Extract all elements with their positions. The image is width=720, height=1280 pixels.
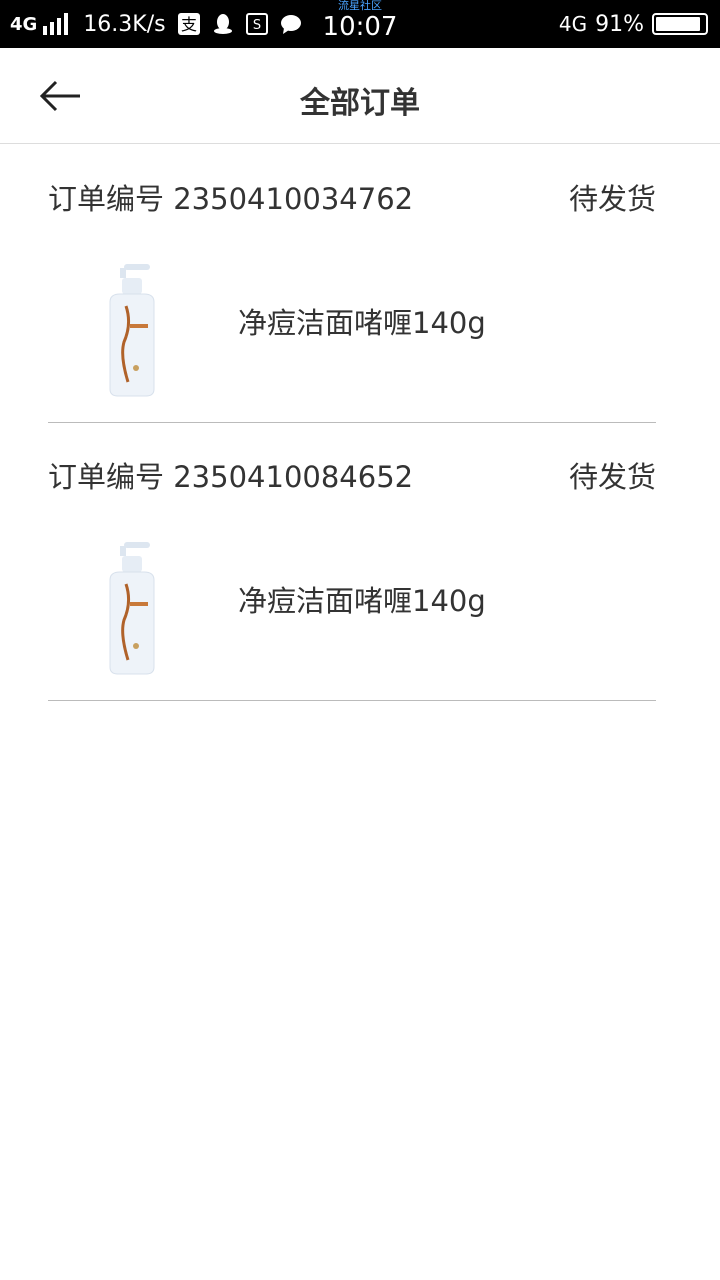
battery-icon xyxy=(652,13,708,35)
svg-text:S: S xyxy=(252,18,260,33)
battery-percent: 91% xyxy=(595,11,644,37)
chat-icon xyxy=(280,15,301,34)
cleanser-bottle-image xyxy=(109,542,155,675)
qq-icon xyxy=(213,14,232,34)
page-title: 全部订单 xyxy=(300,86,420,121)
battery-level xyxy=(656,17,700,31)
order-number-value: 2350410084652 xyxy=(173,460,414,494)
product-name: 净痘洁面啫喱140g xyxy=(238,584,486,618)
status-bar-center: 流星社区 10:07 xyxy=(310,0,410,48)
alipay-icon: 支 xyxy=(177,13,200,35)
product-name: 净痘洁面啫喱140g xyxy=(238,306,486,340)
s-app-icon: S xyxy=(245,13,268,35)
order-card[interactable]: 订单编号 2350410034762 待发货 净痘洁面啫喱140g xyxy=(48,144,656,423)
status-bar-left: 4G 16.3K/s 支 S xyxy=(10,0,302,48)
order-number-label: 订单编号 xyxy=(48,182,165,216)
order-card[interactable]: 订单编号 2350410084652 待发货 净痘洁面啫喱140g xyxy=(48,422,656,701)
status-bar-right: 4G 91% xyxy=(559,0,708,48)
order-status: 待发货 xyxy=(568,182,656,216)
cleanser-bottle-image xyxy=(109,264,155,397)
app-header: 全部订单 xyxy=(0,48,720,144)
clock: 10:07 xyxy=(322,12,398,42)
svg-text:支: 支 xyxy=(181,15,197,34)
network-type-left: 4G xyxy=(10,13,38,35)
order-number: 订单编号 2350410084652 xyxy=(48,454,413,496)
network-type-right: 4G xyxy=(558,12,588,36)
order-number-label: 订单编号 xyxy=(48,460,165,494)
status-bar: 4G 16.3K/s 支 S 流星社区 10:07 4G 91% xyxy=(0,0,720,48)
order-status: 待发货 xyxy=(568,460,656,494)
network-speed: 16.3K/s xyxy=(83,11,166,37)
signal-icon xyxy=(43,13,69,35)
order-number-value: 2350410034762 xyxy=(173,182,414,216)
carrier-label: 流星社区 xyxy=(338,0,382,12)
order-number: 订单编号 2350410034762 xyxy=(48,176,413,218)
